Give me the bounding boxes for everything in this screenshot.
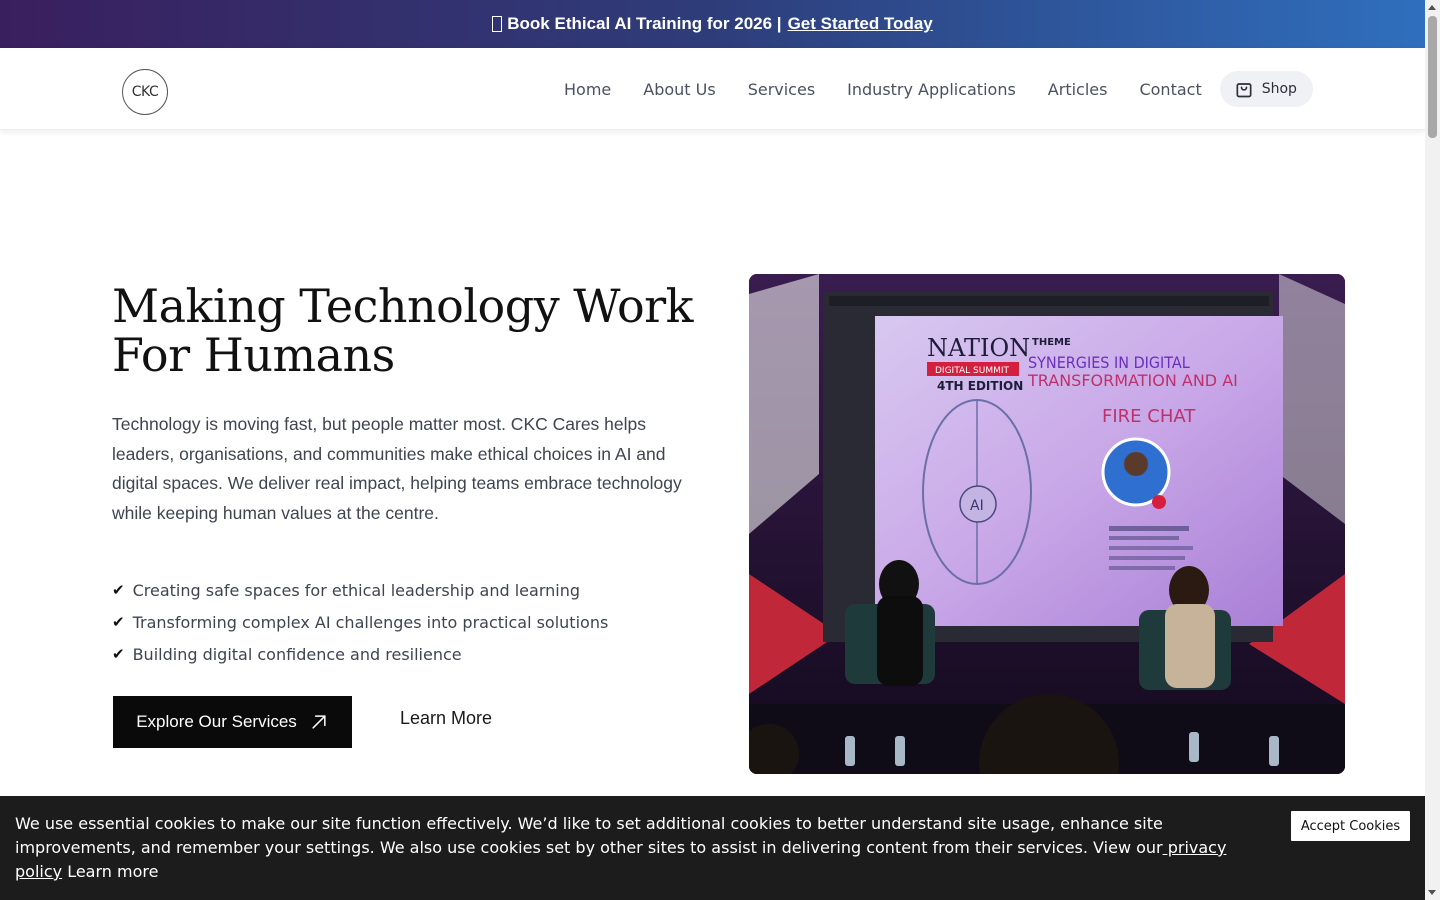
check-icon: ✔ [112,645,125,663]
nav-contact[interactable]: Contact [1123,72,1217,107]
screen-edition: 4TH EDITION [937,379,1023,393]
shop-button[interactable]: Shop [1219,71,1313,107]
screen-brand: NATION [927,334,1030,362]
learn-more-button[interactable]: Learn More [400,708,492,729]
nav-about-us[interactable]: About Us [627,72,731,107]
scroll-down-arrow-icon[interactable] [1428,890,1436,895]
hero-title: Making Technology Work For Humans [112,279,694,382]
cookie-learn-more-link[interactable]: Learn more [67,862,158,881]
cookie-text: We use essential cookies to make our sit… [15,814,1163,857]
screen-sub: DIGITAL SUMMIT [935,366,1010,376]
accept-cookies-button[interactable]: Accept Cookies [1291,811,1410,841]
check-icon: ✔ [112,581,125,599]
announcement-text: Book Ethical AI Training for 2026 | [507,14,782,33]
nav-industry-applications[interactable]: Industry Applications [831,72,1032,107]
list-item: ✔ Creating safe spaces for ethical leade… [112,574,608,606]
arrow-up-right-icon [312,715,326,729]
logo[interactable]: CKC [122,69,168,115]
site-header: CKC Home About Us Services Industry Appl… [0,48,1425,130]
check-icon: ✔ [112,613,125,631]
nav-services[interactable]: Services [732,72,831,107]
explore-services-button[interactable]: Explore Our Services [113,696,352,748]
screen-theme-line2: TRANSFORMATION AND AI [1027,371,1238,390]
main-nav: Home About Us Services Industry Applicat… [548,71,1313,107]
sparkle-icon [492,16,503,32]
get-started-link[interactable]: Get Started Today [788,14,933,34]
hero-image: NATION DIGITAL SUMMIT 4TH EDITION THEME … [749,274,1345,774]
cookie-banner: We use essential cookies to make our sit… [0,796,1425,900]
scrollbar[interactable] [1425,0,1440,900]
list-item-label: Transforming complex AI challenges into … [132,612,609,632]
screen-theme-line1: SYNERGIES IN DIGITAL [1028,353,1190,372]
nav-articles[interactable]: Articles [1032,72,1124,107]
shopping-bag-icon [1236,83,1252,98]
scroll-up-arrow-icon[interactable] [1428,5,1436,10]
hero-description: Technology is moving fast, but people ma… [112,414,682,523]
list-item-label: Creating safe spaces for ethical leaders… [132,580,581,600]
shop-label: Shop [1261,81,1297,97]
screen-fire-chat: FIRE CHAT [1102,406,1196,427]
list-item: ✔ Building digital confidence and resili… [112,638,608,670]
logo-text: CKC [131,84,159,100]
explore-services-label: Explore Our Services [136,712,297,731]
screen-theme-tag: THEME [1032,337,1071,348]
list-item: ✔ Transforming complex AI challenges int… [112,606,608,638]
announcement-bar: Book Ethical AI Training for 2026 | Get … [0,0,1425,48]
scrollbar-thumb[interactable] [1428,16,1437,138]
list-item-label: Building digital confidence and resilien… [132,644,462,664]
cookie-message: We use essential cookies to make our sit… [15,812,1265,884]
nav-home[interactable]: Home [548,72,627,107]
benefit-list: ✔ Creating safe spaces for ethical leade… [112,574,608,670]
screen-brain-label: AI [970,498,984,514]
